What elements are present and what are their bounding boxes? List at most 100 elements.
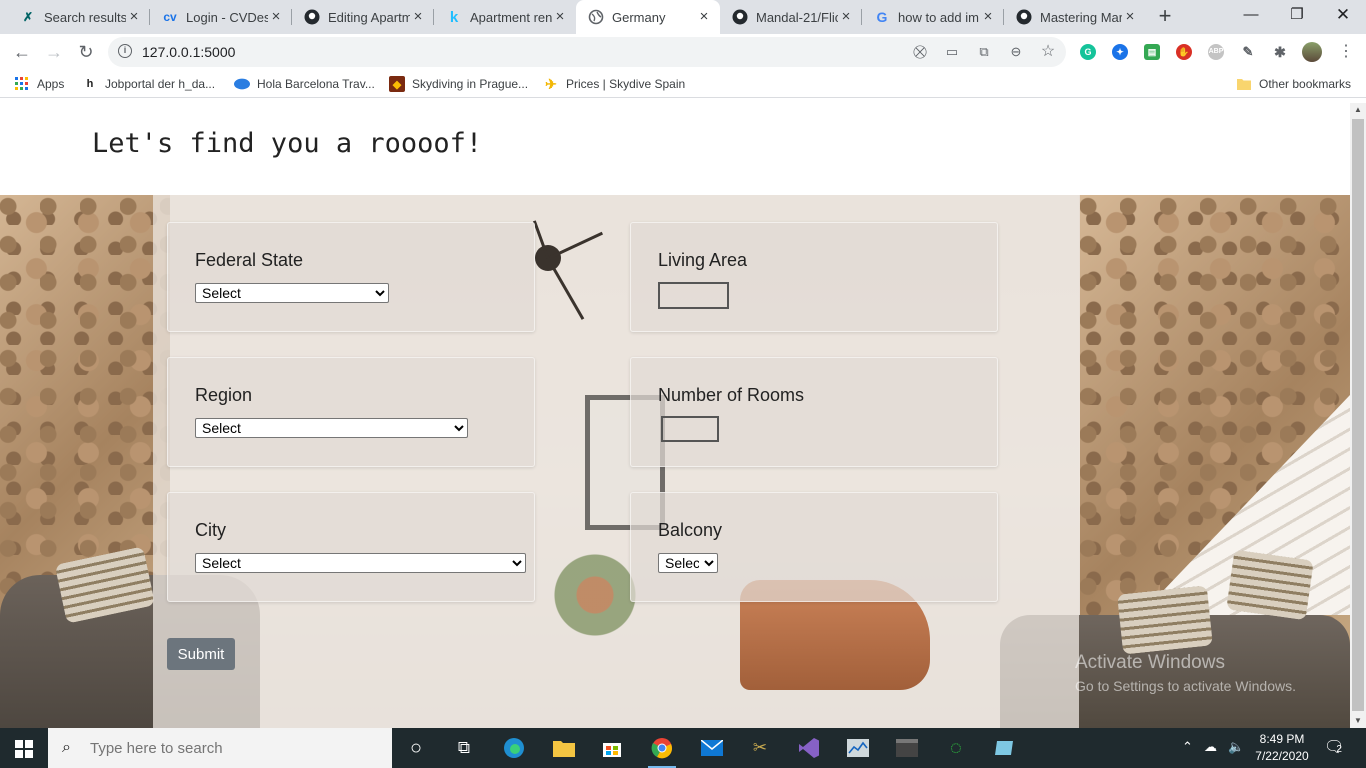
windows-logo-icon [15,740,23,748]
reload-button[interactable]: ↻ [74,40,98,64]
bookmark-star-icon[interactable]: ☆ [1040,44,1056,60]
scrollbar-thumb[interactable] [1352,119,1364,711]
tab-title: how to add im [898,9,979,25]
file-explorer-icon[interactable] [550,734,578,762]
extension-red-icon[interactable]: ✋ [1176,44,1192,60]
extension-green-icon[interactable]: ▤ [1144,44,1160,60]
action-center-icon[interactable]: 🗨2 [1324,737,1344,757]
other-bookmarks[interactable]: Other bookmarks [1236,76,1351,92]
number-of-rooms-input[interactable] [661,416,719,442]
page-scrollbar[interactable]: ▲ ▼ [1350,103,1366,728]
region-select[interactable]: Select [195,418,468,438]
store-icon[interactable] [598,734,626,762]
extension-pen-icon[interactable]: ✎ [1240,44,1256,60]
tab-apartment-ren[interactable]: k Apartment ren × [434,0,576,34]
translate-icon[interactable]: ⧉ [976,44,992,60]
task-manager-icon[interactable] [844,734,872,762]
extensions-puzzle-icon[interactable]: ✱ [1272,44,1288,60]
address-bar[interactable]: i ⛒ ▭ ⧉ ⊖ ☆ [108,37,1066,67]
cast-icon[interactable]: ▭ [944,44,960,60]
living-area-card: Living Area [630,222,998,332]
clock-time: 8:49 PM [1259,732,1305,746]
snipping-tool-icon[interactable]: ✂ [746,734,774,762]
cortana-icon[interactable]: ○ [402,734,430,762]
region-label: Region [195,385,253,405]
extension-blue-icon[interactable]: ✦ [1112,44,1128,60]
onedrive-icon[interactable]: ☁ [1204,739,1217,755]
blocked-content-icon[interactable]: ⛒ [912,44,928,60]
back-button[interactable]: ← [10,40,34,64]
taskbar-search[interactable]: ⌕ [48,728,392,768]
google-icon: G [876,9,888,25]
bookmark-skydiving-prague[interactable]: ◆ Skydiving in Prague... [389,76,528,92]
tab-login-cvdes[interactable]: cv Login - CVDes × [150,0,292,34]
scroll-down-icon[interactable]: ▼ [1350,714,1366,728]
tab-mastering-mar[interactable]: Mastering Mar × [1004,0,1146,34]
city-select[interactable]: Select [195,553,526,573]
bookmark-skydive-spain[interactable]: ✈ Prices | Skydive Spain [543,76,685,92]
close-window-button[interactable]: ✕ [1320,0,1366,30]
profile-avatar[interactable] [1302,42,1322,62]
close-icon[interactable]: × [1122,9,1138,25]
bookmark-apps[interactable]: Apps [14,76,64,92]
forward-button[interactable]: → [42,40,66,64]
xing-icon: ✗ [22,10,34,24]
cv-icon: cv [163,10,177,24]
close-icon[interactable]: × [268,9,284,25]
close-icon[interactable]: × [126,9,142,25]
refresh-app-icon[interactable]: ◌ [942,734,970,762]
living-area-input[interactable] [658,282,729,309]
watermark-line2: Go to Settings to activate Windows. [1075,678,1296,694]
search-icon: ⌕ [62,739,71,756]
tab-how-to-add[interactable]: G how to add im × [862,0,1004,34]
start-button[interactable] [0,728,48,768]
system-clock[interactable]: 8:49 PM 7/22/2020 [1246,731,1318,765]
edge-icon[interactable] [500,734,528,762]
github-icon [1016,9,1032,25]
bookmark-label: Apps [37,77,65,91]
tab-mandal-flic[interactable]: Mandal-21/Flic × [720,0,862,34]
url-input[interactable] [142,42,842,62]
scroll-up-icon[interactable]: ▲ [1350,103,1366,117]
notepad-icon[interactable] [990,734,1018,762]
task-view-icon[interactable]: ⧉ [450,734,478,762]
number-of-rooms-label: Number of Rooms [658,385,805,405]
show-hidden-icons[interactable]: ⌃ [1182,739,1193,755]
other-bookmarks-label: Other bookmarks [1259,77,1352,91]
federal-state-select[interactable]: Select [195,283,389,303]
taskbar-search-input[interactable] [90,739,380,757]
tab-strip: ✗ Search results × cv Login - CVDes × Ed… [0,0,1366,34]
chrome-icon[interactable] [648,734,676,768]
close-icon[interactable]: × [552,9,568,25]
windows-logo-icon [25,750,33,758]
close-icon[interactable]: × [696,9,712,25]
grammarly-icon[interactable]: G [1080,44,1096,60]
close-icon[interactable]: × [410,9,426,25]
bookmark-jobportal[interactable]: h Jobportal der h_da... [82,76,215,92]
windows-taskbar: ⌕ ○ ⧉ ✂ ◌ ⌃ ☁ 🔈 8:49 PM 7/22/2020 🗨2 [0,728,1366,768]
menu-icon[interactable]: ⋮ [1334,40,1358,64]
new-tab-button[interactable]: + [1152,4,1178,30]
region-card: Region Select [167,357,535,467]
tab-germany[interactable]: Germany × [576,0,720,34]
close-icon[interactable]: × [980,9,996,25]
terminal-icon[interactable] [893,734,921,762]
zoom-icon[interactable]: ⊖ [1008,44,1024,60]
minimize-button[interactable]: — [1228,0,1274,30]
restore-button[interactable]: ❐ [1274,0,1320,30]
mail-icon[interactable] [698,734,726,762]
tab-title: Editing Apartm [328,9,410,25]
visual-studio-icon[interactable] [795,734,823,762]
tab-search-results[interactable]: ✗ Search results × [8,0,150,34]
submit-button[interactable]: Submit [167,638,235,670]
site-info-icon[interactable]: i [118,44,132,58]
github-icon [304,9,320,25]
bookmark-hola-barcelona[interactable]: Hola Barcelona Trav... [234,76,375,92]
close-icon[interactable]: × [838,9,854,25]
bookmarks-bar: Apps h Jobportal der h_da... Hola Barcel… [0,70,1366,98]
balcony-card: Balcony Select [630,492,998,602]
volume-icon[interactable]: 🔈 [1228,739,1244,755]
balcony-select[interactable]: Select [658,553,718,573]
tab-editing-apartm[interactable]: Editing Apartm × [292,0,434,34]
adblock-icon[interactable]: ABP [1208,44,1224,60]
